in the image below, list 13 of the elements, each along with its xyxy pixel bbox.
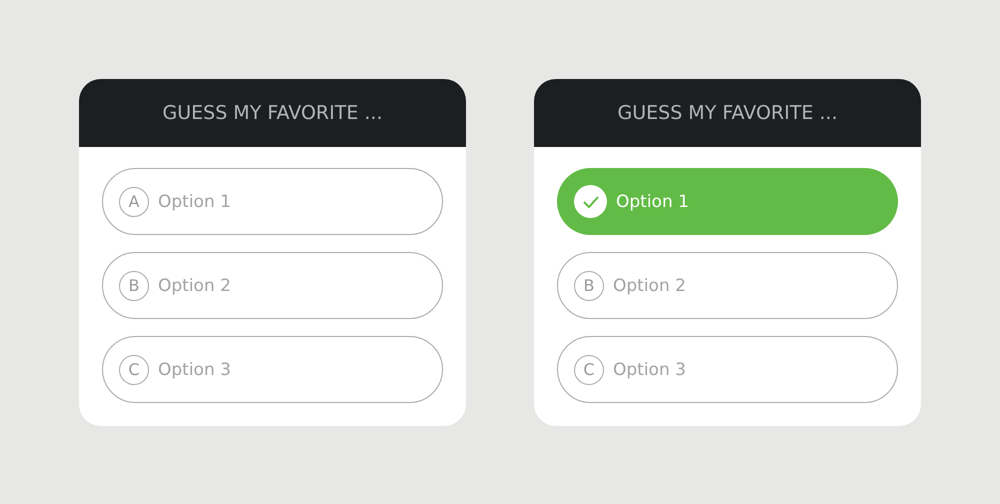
option-letter: B xyxy=(574,270,604,300)
answer-option[interactable]: C Option 3 xyxy=(102,336,443,403)
card-title: GUESS MY FAVORITE ... xyxy=(618,102,838,124)
option-letter: C xyxy=(574,354,604,384)
option-letter: B xyxy=(119,270,149,300)
answer-option[interactable]: B Option 2 xyxy=(557,252,898,319)
option-letter: A xyxy=(119,186,149,216)
answer-option[interactable]: A Option 1 xyxy=(102,168,443,235)
answer-option[interactable]: B Option 2 xyxy=(102,252,443,319)
option-letter: C xyxy=(119,354,149,384)
answer-option[interactable]: Option 1 xyxy=(557,168,898,235)
card-title: GUESS MY FAVORITE ... xyxy=(162,102,382,124)
answer-option[interactable]: C Option 3 xyxy=(557,336,898,403)
